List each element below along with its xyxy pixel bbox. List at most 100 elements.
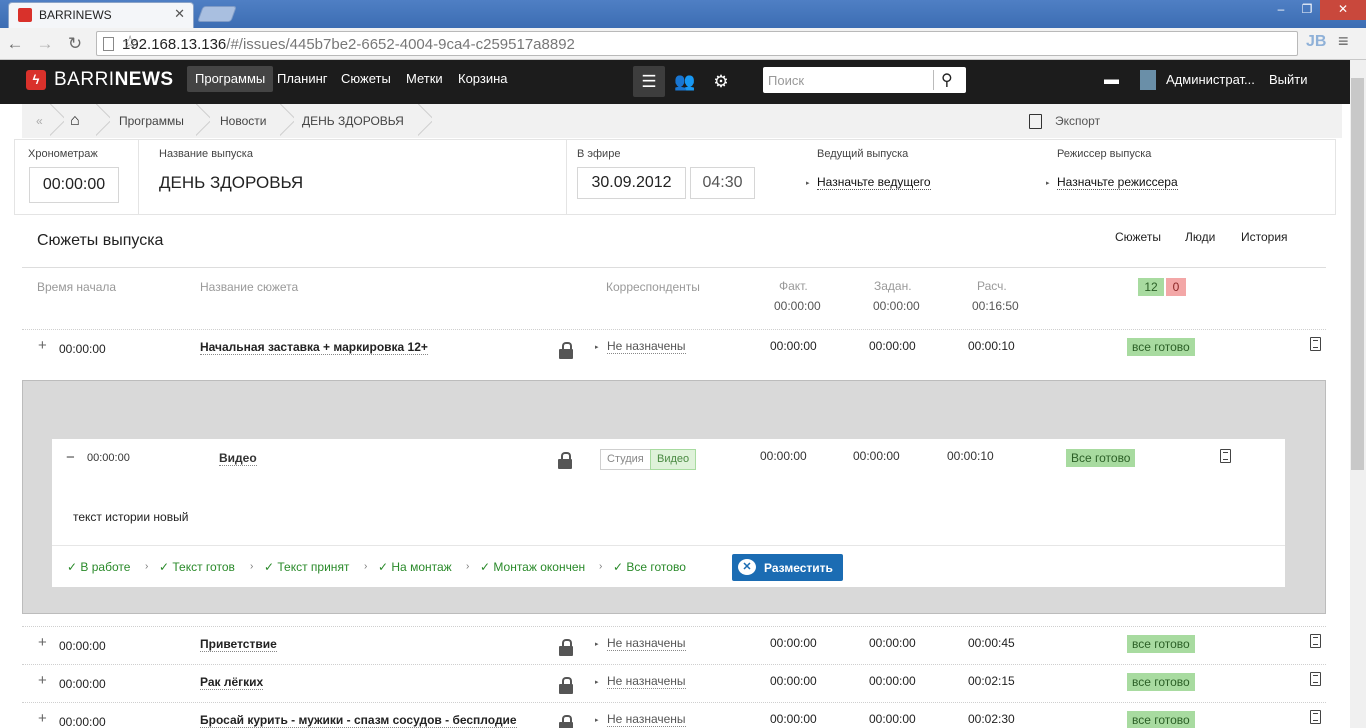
back-arrow-icon[interactable]: ← [4, 34, 26, 54]
search-icon[interactable]: ⚲ [941, 70, 953, 90]
document-icon[interactable] [1310, 634, 1321, 648]
avatar[interactable] [1140, 70, 1156, 90]
bullet-icon: ▸ [806, 180, 810, 187]
lock-icon[interactable] [559, 639, 573, 656]
tab-history[interactable]: История [1241, 230, 1288, 244]
reload-icon[interactable]: ↻ [64, 34, 86, 54]
breadcrumb-back[interactable]: « [36, 104, 43, 138]
calc-time: 00:02:15 [968, 674, 1015, 688]
story-name[interactable]: Бросай курить - мужики - спазм сосудов -… [200, 713, 517, 728]
tab-people[interactable]: Люди [1185, 230, 1215, 244]
nav-trash[interactable]: Корзина [450, 66, 516, 92]
menu-icon[interactable]: ≡ [1338, 31, 1349, 52]
story-name[interactable]: Рак лёгких [200, 675, 264, 690]
step-to-editing[interactable]: ✓ На монтаж [378, 560, 452, 574]
assign-director-link[interactable]: Назначьте режиссера [1057, 175, 1178, 190]
search-box: ⚲ [763, 67, 966, 93]
step-all-ready[interactable]: ✓ Все готово [613, 560, 686, 574]
bullet-icon: ▸ [595, 679, 599, 686]
step-separator: › [466, 561, 470, 572]
breadcrumb-news[interactable]: Новости [220, 104, 266, 138]
divider [22, 267, 1326, 268]
step-editing-done[interactable]: ✓ Монтаж окончен [480, 560, 585, 574]
section-title: Сюжеты выпуска [37, 232, 164, 249]
nav-stories[interactable]: Сюжеты [333, 66, 399, 92]
step-in-work[interactable]: ✓ В работе [67, 560, 130, 574]
bookmark-star-icon[interactable]: ☆ [122, 32, 1294, 53]
story-name[interactable]: Начальная заставка + маркировка 12+ [200, 340, 428, 355]
step-text-accepted[interactable]: ✓ Текст принят [264, 560, 349, 574]
collapse-toggle[interactable]: − [66, 449, 75, 466]
air-time-field[interactable]: 04:30 [690, 167, 755, 199]
search-input[interactable] [763, 67, 933, 93]
reporters-link[interactable]: Не назначены [607, 674, 686, 689]
close-tab-icon[interactable]: ✕ [174, 6, 185, 22]
url-field[interactable]: 192.168.13.136/#/issues/445b7be2-6652-40… [96, 31, 1298, 56]
step-text-ready[interactable]: ✓ Текст готов [159, 560, 235, 574]
reporters-link[interactable]: Не назначены [607, 712, 686, 727]
new-tab-button[interactable] [197, 6, 237, 22]
expand-toggle[interactable]: + [38, 710, 47, 727]
export-icon[interactable] [1029, 114, 1042, 129]
expand-toggle[interactable]: + [38, 634, 47, 651]
breadcrumb-separator [280, 104, 294, 138]
reporters-link[interactable]: Не назначены [607, 339, 686, 354]
document-icon[interactable] [1310, 672, 1321, 686]
table-row[interactable]: +00:00:00 Начальная заставка + маркировка… [22, 329, 1326, 367]
export-link[interactable]: Экспорт [1055, 104, 1100, 138]
count-ready-badge: 12 [1138, 278, 1164, 296]
fact-time: 00:00:00 [770, 636, 817, 650]
table-row[interactable]: +00:00:00 Бросай курить - мужики - спазм … [22, 702, 1326, 728]
start-time: 00:00:00 [59, 677, 106, 691]
lock-icon[interactable] [559, 342, 573, 359]
story-name[interactable]: Приветствие [200, 637, 277, 652]
extension-icon[interactable]: JB [1306, 33, 1326, 51]
users-icon[interactable]: 👥 [669, 66, 701, 97]
expand-toggle[interactable]: + [38, 337, 47, 354]
document-icon[interactable] [1220, 449, 1231, 463]
lock-icon[interactable] [559, 715, 573, 728]
lock-icon[interactable] [559, 677, 573, 694]
col-reporters: Корреспонденты [606, 280, 700, 294]
settings-gear-icon[interactable]: ⚙ [705, 66, 737, 97]
logout-link[interactable]: Выйти [1269, 72, 1308, 87]
expand-toggle[interactable]: + [38, 672, 47, 689]
place-button[interactable]: ✕ Разместить [732, 554, 843, 581]
messages-icon[interactable]: ▬ [1104, 71, 1119, 88]
document-icon[interactable] [1310, 710, 1321, 724]
user-name[interactable]: Администрат... [1166, 72, 1255, 87]
nav-programs[interactable]: Программы [187, 66, 274, 92]
breadcrumb-programs[interactable]: Программы [119, 104, 184, 138]
breadcrumb-separator [418, 104, 432, 138]
forward-arrow-icon[interactable]: → [34, 34, 56, 54]
table-row[interactable]: +00:00:00 Приветствие ▸ Не назначены 00:00:0… [22, 626, 1326, 664]
scrollbar-thumb[interactable] [1351, 78, 1364, 470]
breadcrumb-separator [96, 104, 110, 138]
air-date-field[interactable]: 30.09.2012 [577, 167, 686, 199]
document-icon[interactable] [1310, 337, 1321, 351]
col-story-name: Название сюжета [200, 280, 299, 294]
video-button[interactable]: Видео [650, 449, 697, 470]
minimize-icon[interactable]: – [1268, 0, 1294, 20]
sub-story-name[interactable]: Видео [219, 451, 257, 466]
start-time: 00:00:00 [59, 342, 106, 356]
duration-value[interactable]: 00:00:00 [29, 167, 119, 203]
lock-icon[interactable] [558, 452, 572, 469]
tab-stories[interactable]: Сюжеты [1115, 230, 1161, 244]
table-row[interactable]: +00:00:00 Рак лёгких ▸ Не назначены 00:00:00… [22, 664, 1326, 702]
status-badge: все готово [1127, 338, 1195, 356]
list-view-icon[interactable]: ☰ [633, 66, 665, 97]
browser-tab[interactable]: BARRINEWS ✕ [8, 2, 194, 28]
nav-planning[interactable]: Планинг [269, 66, 336, 92]
reporters-link[interactable]: Не назначены [607, 636, 686, 651]
home-icon[interactable]: ⌂ [70, 104, 80, 138]
nav-tags[interactable]: Метки [398, 66, 451, 92]
window-close-icon[interactable]: ✕ [1320, 0, 1366, 20]
issue-name[interactable]: ДЕНЬ ЗДОРОВЬЯ [159, 173, 303, 193]
plan-time: 00:00:00 [869, 712, 916, 726]
maximize-icon[interactable]: ❐ [1294, 0, 1320, 20]
story-text[interactable]: текст истории новый [73, 510, 188, 524]
logo[interactable]: BARRINEWS [54, 69, 174, 91]
assign-host-link[interactable]: Назначьте ведущего [817, 175, 931, 190]
studio-button[interactable]: Студия [600, 449, 651, 470]
